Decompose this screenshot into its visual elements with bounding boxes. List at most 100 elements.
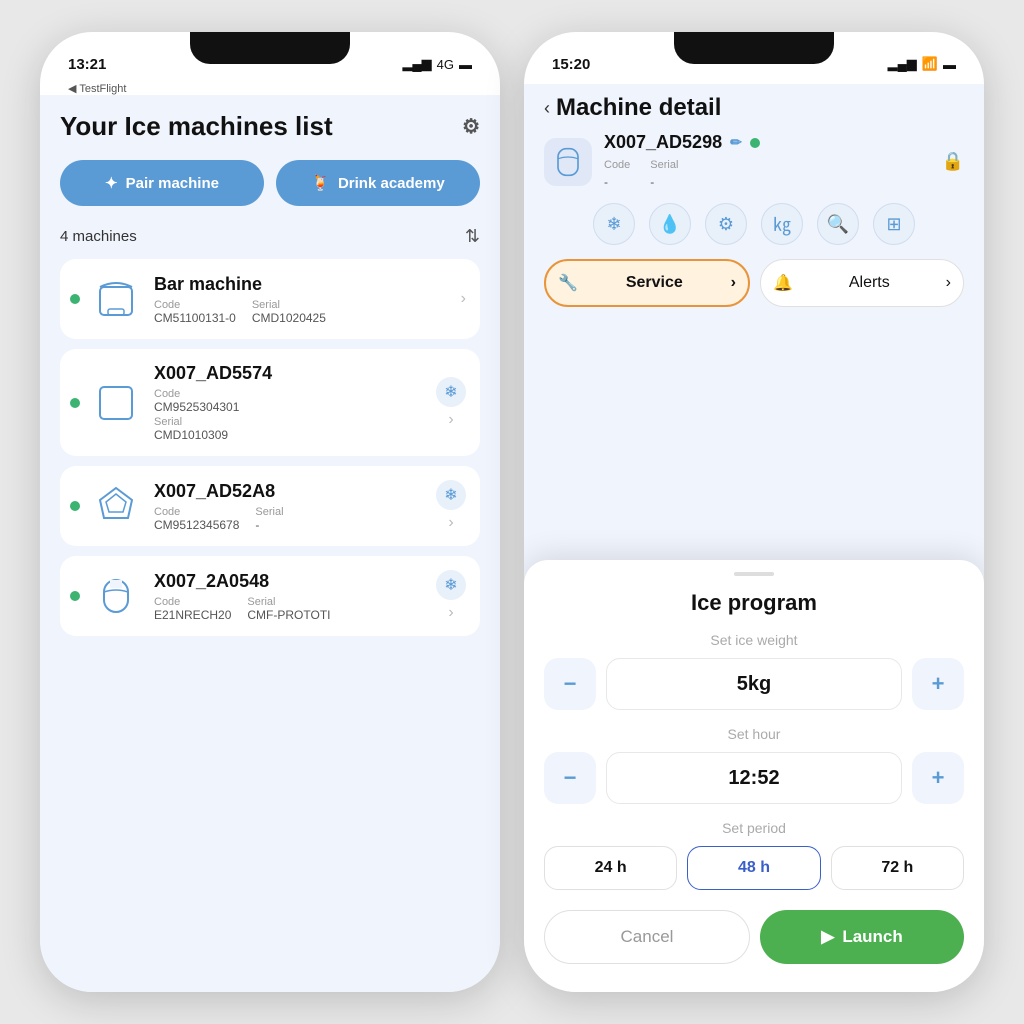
signal-icon: ▂▄▆ (402, 56, 431, 72)
ice-weight-label: Set ice weight (544, 632, 964, 648)
bell-icon: 🔔 (773, 273, 793, 293)
snowflake-badge-3: ❄ (436, 570, 466, 600)
feature-icon-row: ❄ 💧 ⚙ ㎏ 🔍 ⊞ (544, 203, 964, 245)
machine-icon-1 (90, 377, 142, 429)
machine-name-0: Bar machine (154, 274, 449, 295)
hour-stepper: − 12:52 + (544, 752, 964, 804)
hour-decrease-button[interactable]: − (544, 752, 596, 804)
machine-icon-0 (90, 273, 142, 325)
pair-machine-button[interactable]: ✦ Pair machine (60, 160, 264, 206)
chevron-right-icon-2: › (448, 514, 453, 532)
right-phone: 15:20 ▂▄▆ 📶 ▬ ‹ Machine detail (524, 32, 984, 992)
ice-weight-stepper: − 5kg + (544, 658, 964, 710)
alerts-chevron-icon: › (946, 274, 951, 292)
weight-feature-icon[interactable]: ㎏ (761, 203, 803, 245)
online-dot-1 (70, 398, 80, 408)
machine-id-row: X007_AD5298 ✏ Code - Serial - (544, 132, 964, 191)
left-phone: 13:21 ▂▄▆ 4G ▬ ◀ TestFlight Your Ice mac… (40, 32, 500, 992)
sheet-actions: Cancel ▶ Launch (544, 910, 964, 964)
settings-icon[interactable]: ⚙ (462, 114, 480, 139)
network-label: 4G (437, 57, 454, 72)
wrench-icon: 🔧 (558, 273, 578, 293)
machine-detail-icon (544, 138, 592, 186)
period-48h-button[interactable]: 48 h (687, 846, 820, 890)
status-icons: ▂▄▆ 4G ▬ (402, 56, 472, 72)
back-button[interactable]: ‹ (544, 98, 550, 119)
online-dot-3 (70, 591, 80, 601)
machine-meta-3: Code E21NRECH20 Serial CMF-PROTOTI (154, 596, 424, 622)
testflight-label: ◀ TestFlight (40, 82, 500, 95)
period-selector: 24 h 48 h 72 h (544, 846, 964, 890)
machine-action-2: ❄ › (436, 480, 466, 532)
machine-card-3[interactable]: X007_2A0548 Code E21NRECH20 Serial CMF-P… (60, 556, 480, 636)
water-feature-icon[interactable]: 💧 (649, 203, 691, 245)
drink-icon: 🍹 (311, 174, 330, 192)
sheet-title: Ice program (544, 590, 964, 616)
grid-feature-icon[interactable]: ⊞ (873, 203, 915, 245)
back-arrow-small: ◀ (68, 83, 76, 95)
machine-icon-3 (90, 570, 142, 622)
machine-action-0: › (461, 290, 466, 308)
hour-increase-button[interactable]: + (912, 752, 964, 804)
status-time: 13:21 (68, 56, 106, 73)
machine-card-0[interactable]: Bar machine Code CM51100131-0 Serial CMD… (60, 259, 480, 339)
machine-id-meta: Code - Serial - (604, 155, 930, 191)
sheet-handle (734, 572, 774, 576)
machine-info-2: X007_AD52A8 Code CM9512345678 Serial - (154, 481, 424, 532)
left-screen: Your Ice machines list ⚙ ✦ Pair machine … (40, 95, 500, 992)
page-title-text: Your Ice machines list (60, 111, 333, 142)
hour-value: 12:52 (606, 752, 902, 804)
service-alerts-row: 🔧 Service › 🔔 Alerts › (544, 259, 964, 307)
right-signal-icon: ▂▄▆ (888, 56, 917, 72)
search-feature-icon[interactable]: 🔍 (817, 203, 859, 245)
cancel-button[interactable]: Cancel (544, 910, 750, 964)
detail-title: Machine detail (556, 94, 721, 122)
snowflake-badge-1: ❄ (436, 377, 466, 407)
period-72h-button[interactable]: 72 h (831, 846, 964, 890)
back-row: ‹ Machine detail (544, 94, 964, 122)
battery-icon: ▬ (459, 57, 472, 72)
drink-academy-button[interactable]: 🍹 Drink academy (276, 160, 480, 206)
set-hour-label: Set hour (544, 726, 964, 742)
machine-info-0: Bar machine Code CM51100131-0 Serial CMD… (154, 274, 449, 325)
ice-weight-value: 5kg (606, 658, 902, 710)
notch (190, 32, 350, 64)
right-notch (674, 32, 834, 64)
right-wifi-icon: 📶 (922, 56, 938, 72)
machine-card-2[interactable]: X007_AD52A8 Code CM9512345678 Serial - ❄… (60, 466, 480, 546)
alerts-button[interactable]: 🔔 Alerts › (760, 259, 964, 307)
machine-name-3: X007_2A0548 (154, 571, 424, 592)
machine-icon-2 (90, 480, 142, 532)
edit-icon[interactable]: ✏ (730, 134, 742, 151)
filter-icon[interactable]: ⇅ (465, 226, 480, 247)
machines-header: 4 machines ⇅ (60, 226, 480, 247)
period-24h-button[interactable]: 24 h (544, 846, 677, 890)
machine-meta-1: Code CM9525304301 (154, 388, 424, 414)
ice-program-sheet: Ice program Set ice weight − 5kg + Set h… (524, 560, 984, 992)
machine-info-3: X007_2A0548 Code E21NRECH20 Serial CMF-P… (154, 571, 424, 622)
chevron-right-icon-3: › (448, 604, 453, 622)
right-status-time: 15:20 (552, 56, 590, 73)
machine-info-1: X007_AD5574 Code CM9525304301 Serial CMD… (154, 363, 424, 442)
machine-action-3: ❄ › (436, 570, 466, 622)
machine-name-1: X007_AD5574 (154, 363, 424, 384)
right-status-icons: ▂▄▆ 📶 ▬ (888, 56, 956, 72)
settings-feature-icon[interactable]: ⚙ (705, 203, 747, 245)
launch-button[interactable]: ▶ Launch (760, 910, 964, 964)
action-button-row: ✦ Pair machine 🍹 Drink academy (60, 160, 480, 206)
machine-meta-0: Code CM51100131-0 Serial CMD1020425 (154, 299, 449, 325)
machine-online-dot (750, 138, 760, 148)
machine-action-1: ❄ › (436, 377, 466, 429)
bluetooth-icon: ✦ (105, 174, 118, 192)
ice-weight-decrease-button[interactable]: − (544, 658, 596, 710)
lock-icon: 🔒 (942, 151, 964, 172)
machine-meta-2: Code CM9512345678 Serial - (154, 506, 424, 532)
chevron-right-icon: › (461, 290, 466, 308)
machines-count: 4 machines (60, 228, 137, 245)
service-button[interactable]: 🔧 Service › (544, 259, 750, 307)
machine-card-1[interactable]: X007_AD5574 Code CM9525304301 Serial CMD… (60, 349, 480, 456)
snowflake-feature-icon[interactable]: ❄ (593, 203, 635, 245)
machine-detail-header: ‹ Machine detail X007_AD5298 ✏ (524, 84, 984, 331)
machine-id-info: X007_AD5298 ✏ Code - Serial - (604, 132, 930, 191)
ice-weight-increase-button[interactable]: + (912, 658, 964, 710)
